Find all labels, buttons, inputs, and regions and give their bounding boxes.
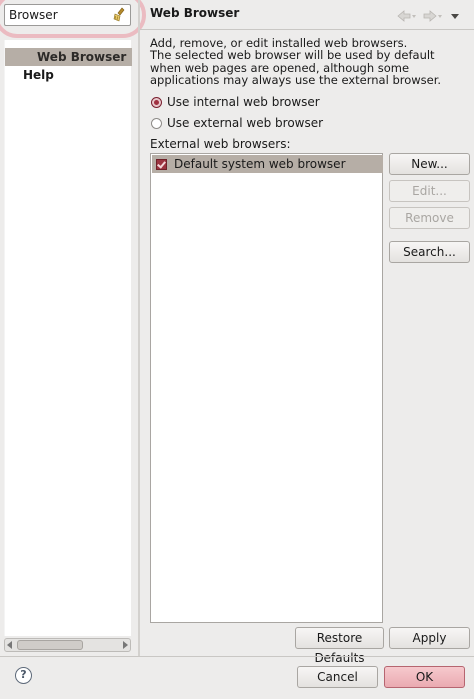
cancel-button[interactable]: Cancel: [297, 666, 378, 688]
radio-button[interactable]: [151, 117, 162, 129]
external-browsers-list[interactable]: Default system web browser: [150, 153, 383, 623]
remove-button[interactable]: Remove: [389, 207, 470, 229]
tree-horizontal-scrollbar[interactable]: [4, 638, 131, 652]
radio-internal-label: Use internal web browser: [167, 95, 320, 109]
ok-button[interactable]: OK: [384, 666, 465, 688]
edit-button[interactable]: Edit...: [389, 180, 470, 202]
tree-item-web-browser[interactable]: Web Browser: [5, 48, 132, 66]
description-text: Add, remove, or edit installed web brows…: [150, 36, 442, 88]
list-item[interactable]: Default system web browser: [152, 155, 383, 173]
chevron-down-icon[interactable]: [448, 8, 462, 24]
page-title: Web Browser: [150, 6, 240, 20]
panel-sash[interactable]: [138, 0, 140, 656]
radio-internal-browser[interactable]: Use internal web browser: [151, 94, 320, 110]
external-browsers-label: External web browsers:: [150, 137, 291, 151]
clear-broom-icon[interactable]: [112, 7, 128, 23]
scrollbar-thumb[interactable]: [17, 640, 83, 650]
restore-defaults-button[interactable]: Restore Defaults: [295, 627, 384, 665]
radio-external-label: Use external web browser: [167, 116, 324, 130]
forward-arrow-icon[interactable]: [422, 8, 444, 24]
preference-tree: Web Browser Help: [4, 40, 132, 636]
search-button[interactable]: Search...: [389, 241, 470, 263]
radio-external-browser[interactable]: Use external web browser: [151, 115, 323, 131]
title-separator: [140, 29, 474, 30]
apply-button[interactable]: Apply: [389, 627, 470, 649]
browser-item-label: Default system web browser: [174, 157, 346, 171]
scroll-left-icon[interactable]: [7, 641, 12, 649]
radio-button-checked[interactable]: [151, 96, 162, 108]
page-navigation: [396, 8, 462, 24]
scroll-right-icon[interactable]: [123, 641, 128, 649]
back-arrow-icon[interactable]: [396, 8, 418, 24]
page-description: Add, remove, or edit installed web brows…: [150, 37, 468, 87]
tree-item-help[interactable]: Help: [5, 66, 132, 84]
tree-item-label: Web Browser: [37, 50, 127, 64]
help-icon[interactable]: ?: [15, 667, 32, 684]
tree-item-label: Help: [23, 68, 54, 82]
preferences-tree-panel: Web Browser Help: [0, 0, 146, 656]
footer-separator: [0, 656, 474, 657]
checkbox-checked[interactable]: [156, 158, 167, 170]
new-button[interactable]: New...: [389, 153, 470, 175]
